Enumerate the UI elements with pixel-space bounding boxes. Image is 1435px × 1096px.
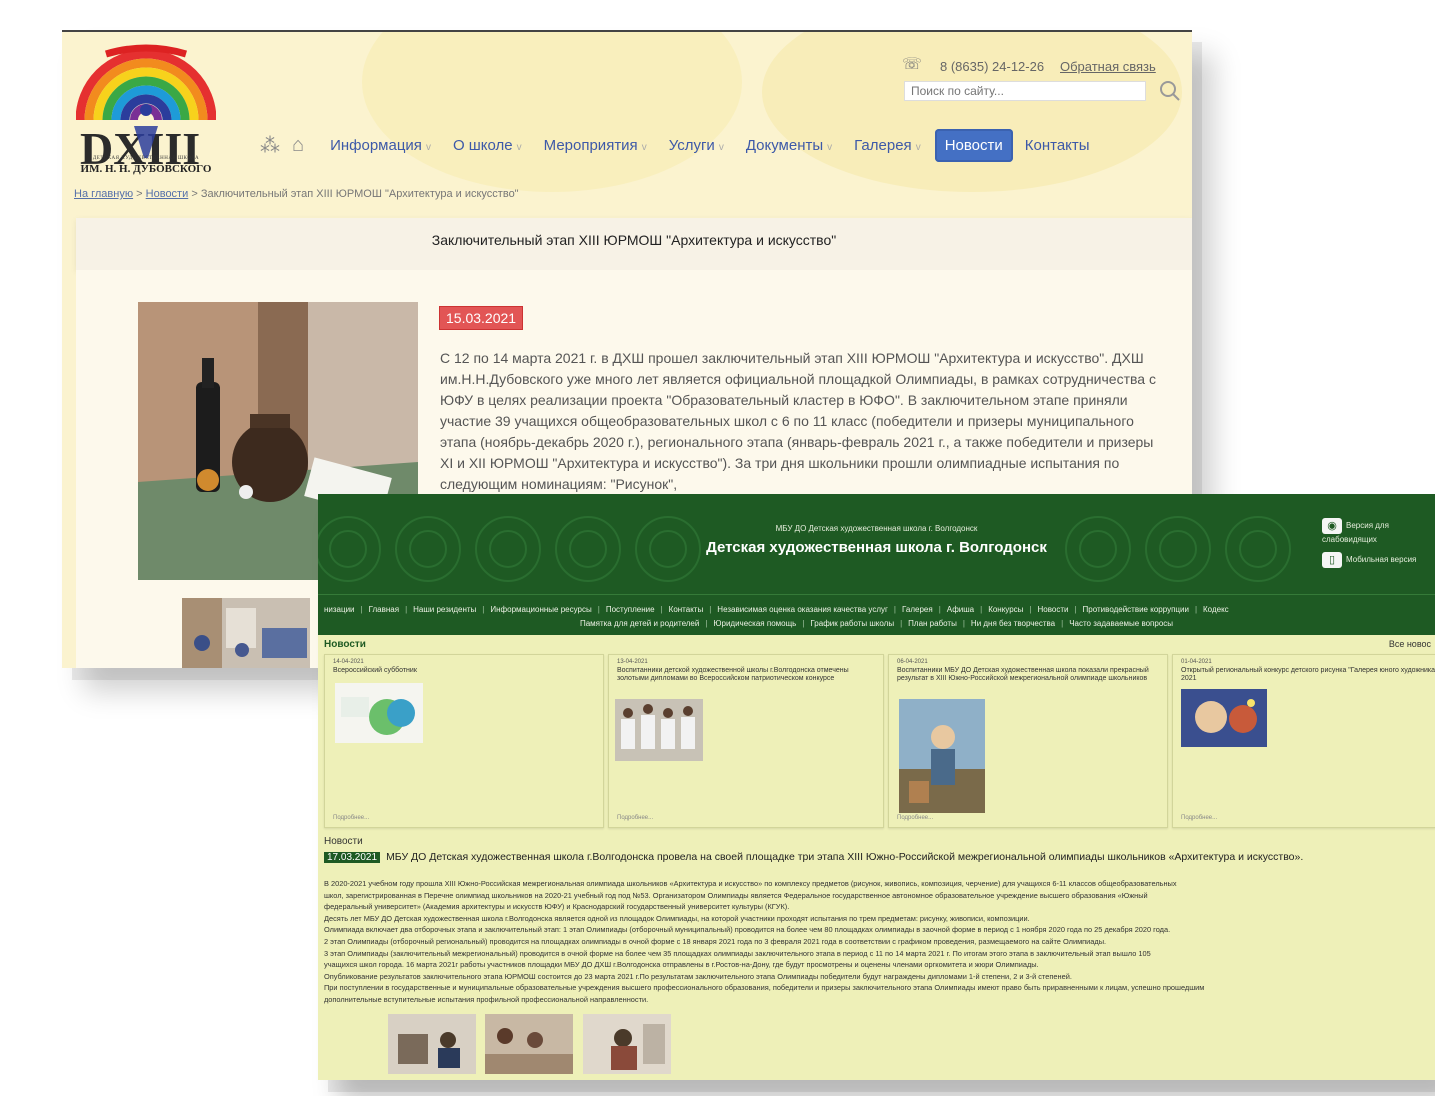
- article-text: С 12 по 14 марта 2021 г. в ДХШ прошел за…: [440, 350, 1156, 492]
- nav-item-gallery[interactable]: Галерея v: [854, 137, 921, 154]
- news-photo[interactable]: [485, 1014, 574, 1074]
- news-photo-thumbs: [388, 1014, 676, 1079]
- nav-item-events[interactable]: Мероприятия v: [544, 137, 647, 154]
- menu-item[interactable]: Информационные ресурсы: [490, 605, 591, 614]
- nav-item-services[interactable]: Услуги v: [669, 137, 724, 154]
- phone-number[interactable]: 8 (8635) 24-12-26: [940, 59, 1044, 74]
- chevron-down-icon: v: [641, 141, 647, 153]
- menu-item[interactable]: График работы школы: [810, 619, 894, 628]
- site2-menu: низации | Главная | Наши резиденты | Информаци…: [318, 594, 1435, 635]
- menu-item[interactable]: Ни дня без творчества: [971, 619, 1055, 628]
- news-paragraph: В 2020-2021 учебном году прошла XIII Южн…: [324, 879, 1177, 888]
- news-card[interactable]: 06-04-2021 Воспитанники МБУ ДО Детская х…: [888, 654, 1168, 828]
- eye-icon: ◉: [1322, 518, 1342, 534]
- news-paragraph: дополнительные вступительные испытания п…: [324, 994, 649, 1004]
- chevron-down-icon: v: [827, 141, 833, 153]
- news-paragraph: При поступлении в государственные и муни…: [324, 983, 1205, 993]
- breadcrumb: На главную > Новости > Заключительный эт…: [74, 188, 519, 200]
- news-body: В 2020-2021 учебном году прошла XIII Южн…: [324, 879, 1432, 1007]
- menu-row-2: Памятка для детей и родителей | Юридическа…: [579, 619, 1174, 628]
- chevron-down-icon: v: [915, 141, 921, 153]
- menu-item[interactable]: Новости: [1038, 605, 1069, 614]
- mobile-version-link[interactable]: ▯ Мобильная версия: [1322, 552, 1435, 568]
- news-paragraph: 3 этап Олимпиады (заключительный межреги…: [324, 948, 1151, 958]
- menu-item[interactable]: Часто задаваемые вопросы: [1069, 619, 1173, 628]
- news-heading: Новости: [324, 639, 366, 650]
- site-subtitle: МБУ ДО Детская художественная школа г. В…: [775, 524, 978, 533]
- menu-item[interactable]: Галерея: [902, 605, 933, 614]
- news-card-image: [1181, 689, 1267, 747]
- sitemap-icon[interactable]: ⁂: [260, 133, 280, 158]
- chevron-down-icon: v: [516, 141, 522, 153]
- search-input[interactable]: [904, 81, 1146, 101]
- nav-item-info[interactable]: Информация v: [330, 137, 431, 154]
- news-paragraph: школ, зарегистрированная в Перечне олимп…: [324, 890, 1148, 900]
- site-title[interactable]: Детская художественная школа г. Волгодон…: [318, 539, 1435, 556]
- news-card-image: [899, 699, 985, 813]
- news-photo[interactable]: [582, 1014, 671, 1074]
- breadcrumb-news[interactable]: Новости: [146, 188, 189, 200]
- menu-item[interactable]: Контакты: [669, 605, 704, 614]
- news-card[interactable]: 01-04-2021 Открытый региональный конкурс…: [1172, 654, 1435, 828]
- page-title: Заключительный этап XIII ЮРМОШ "Архитект…: [431, 232, 837, 248]
- page-title-bar: Заключительный этап XIII ЮРМОШ "Архитект…: [76, 218, 1192, 270]
- news-card[interactable]: 14-04-2021 Всероссийский субботник Подро…: [324, 654, 604, 828]
- nav-item-about[interactable]: О школе v: [453, 137, 522, 154]
- news-card-image: [335, 683, 423, 743]
- bg-decoration: [762, 32, 1182, 192]
- news-paragraph: Десять лет МБУ ДО Детская художественная…: [324, 913, 1030, 923]
- news-paragraph: Олимпиада включает два отборочных этапа …: [324, 925, 1171, 935]
- nav-item-documents[interactable]: Документы v: [746, 137, 832, 154]
- menu-item[interactable]: Памятка для детей и родителей: [580, 619, 699, 628]
- news-card[interactable]: 13-04-2021 Воспитанники детской художест…: [608, 654, 884, 828]
- menu-item[interactable]: Поступление: [606, 605, 655, 614]
- news-paragraph: Опубликование результатов заключительног…: [324, 971, 1072, 981]
- chevron-down-icon: v: [718, 141, 724, 153]
- search-icon[interactable]: [1159, 80, 1181, 102]
- menu-item[interactable]: Юридическая помощь: [713, 619, 796, 628]
- menu-item[interactable]: Противодействие коррупции: [1083, 605, 1189, 614]
- menu-item[interactable]: План работы: [908, 619, 957, 628]
- news-paragraph: 2 этап Олимпиады (отборочный региональны…: [324, 936, 1107, 946]
- menu-item[interactable]: Наши резиденты: [413, 605, 476, 614]
- bg-decoration: [362, 32, 742, 192]
- menu-item[interactable]: Конкурсы: [988, 605, 1023, 614]
- mobile-icon: ▯: [1322, 552, 1342, 568]
- menu-item[interactable]: Главная: [369, 605, 399, 614]
- news-card-image: [615, 699, 703, 761]
- menu-row-1: низации | Главная | Наши резиденты | Информаци…: [324, 605, 1229, 614]
- home-icon[interactable]: ⌂: [292, 134, 304, 157]
- screenshot-dhsh-volgodonsk: МБУ ДО Детская художественная школа г. В…: [318, 494, 1435, 1080]
- news-paragraph: федеральный университет» (Академия архит…: [324, 902, 790, 912]
- logo-caption-name: ИМ. Н. Н. ДУБОВСКОГО: [80, 163, 212, 175]
- breadcrumb-home[interactable]: На главную: [74, 188, 133, 200]
- news-paragraph: учащихся школ города. 16 марта 2021г раб…: [324, 960, 1039, 970]
- header-side-links: ◉ Версия для слабовидящих ▯ Мобильная верс…: [1322, 518, 1435, 568]
- headline-date: 17.03.2021: [324, 852, 381, 863]
- menu-item[interactable]: Кодекс: [1203, 605, 1229, 614]
- menu-item[interactable]: низации: [324, 605, 355, 614]
- chevron-down-icon: v: [425, 141, 431, 153]
- feedback-link[interactable]: Обратная связь: [1060, 59, 1156, 74]
- news-photo[interactable]: [388, 1014, 476, 1074]
- nav-item-news[interactable]: Новости: [934, 128, 1013, 162]
- nav-item-contacts[interactable]: Контакты: [1025, 137, 1090, 154]
- breadcrumb-current: Заключительный этап XIII ЮРМОШ "Архитект…: [200, 188, 519, 200]
- news-headline[interactable]: 17.03.2021 МБУ ДО Детская художественная …: [324, 851, 1303, 863]
- news-heading-2: Новости: [324, 836, 363, 847]
- main-nav: ⁂ ⌂ Информация v О школе v Мероприятия v Ус…: [260, 128, 1090, 162]
- menu-item[interactable]: Независимая оценка оказания качества усл…: [717, 605, 888, 614]
- article-date-badge: 15.03.2021: [439, 306, 524, 330]
- all-news-link[interactable]: Все новос: [1389, 639, 1431, 649]
- classroom-photo-thumb[interactable]: [182, 598, 310, 668]
- logo-caption-school: ДЕТСКАЯ ХУДОЖЕСТВЕННАЯ ШКОЛА: [92, 156, 200, 161]
- phone-icon: ☏: [902, 56, 923, 73]
- visually-impaired-link[interactable]: ◉ Версия для слабовидящих: [1322, 518, 1435, 546]
- site-header: МБУ ДО Детская художественная школа г. В…: [318, 494, 1435, 594]
- menu-item[interactable]: Афиша: [947, 605, 974, 614]
